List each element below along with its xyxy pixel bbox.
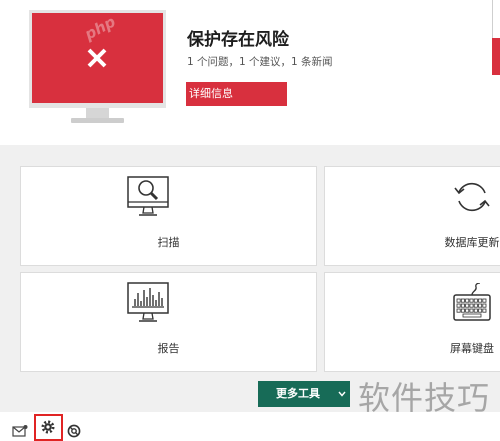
report-chart-icon xyxy=(127,282,169,322)
mail-icon[interactable] xyxy=(12,424,28,437)
tile-scan[interactable]: 扫描 xyxy=(20,166,317,266)
tile-label: 报告 xyxy=(157,342,180,355)
status-subtitle: 1 个问题，1 个建议，1 条新闻 xyxy=(187,56,333,68)
monitor-stand-neck xyxy=(86,108,109,118)
tile-label: 屏幕键盘 xyxy=(450,342,494,355)
tile-reports[interactable]: 报告 xyxy=(20,272,317,372)
tile-database-update[interactable]: 数据库更新 xyxy=(324,166,500,266)
alert-monitor-icon: php xyxy=(29,10,166,108)
scan-monitor-icon xyxy=(127,176,169,216)
alert-monitor-screen: php xyxy=(32,13,163,103)
tools-panel: 扫描 数据库更新 报告 屏幕键盘 更多工具 xyxy=(0,145,500,412)
details-button[interactable]: 详细信息 xyxy=(186,82,287,106)
edge-divider xyxy=(492,0,493,38)
tile-label: 扫描 xyxy=(157,236,180,249)
status-title: 保护存在风险 xyxy=(187,30,289,50)
tile-onscreen-keyboard[interactable]: 屏幕键盘 xyxy=(324,272,500,372)
tile-label: 数据库更新 xyxy=(444,236,500,249)
keyboard-icon xyxy=(453,283,491,321)
support-icon[interactable] xyxy=(67,424,81,438)
partial-alert-badge[interactable] xyxy=(492,38,500,75)
refresh-icon xyxy=(454,182,490,212)
screen-watermark: php xyxy=(81,13,119,44)
close-x-icon xyxy=(87,48,107,68)
gear-icon[interactable] xyxy=(41,420,55,434)
chevron-down-icon xyxy=(338,391,346,397)
monitor-stand-base xyxy=(71,118,124,123)
more-tools-label: 更多工具 xyxy=(276,387,320,400)
settings-highlight-box[interactable] xyxy=(34,414,63,441)
more-tools-button[interactable]: 更多工具 xyxy=(258,381,350,407)
